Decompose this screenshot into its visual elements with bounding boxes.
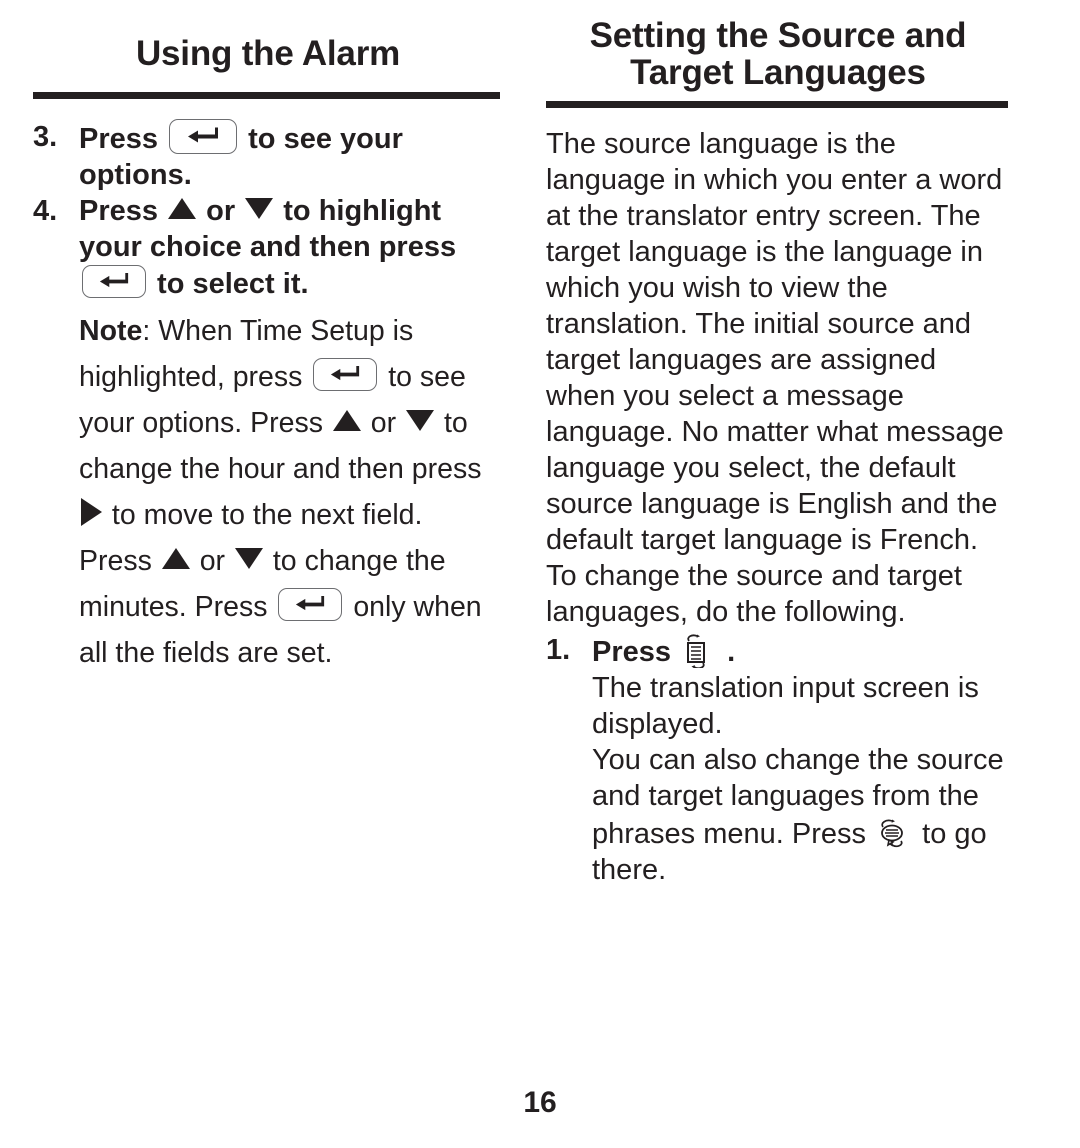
left-column-heading: Using the Alarm — [135, 34, 401, 73]
step-4: 4. Press or to highlight your choice and … — [33, 193, 503, 302]
page-number: 16 — [523, 1086, 557, 1119]
source-target-intro-paragraph: The source language is the language in w… — [546, 127, 1004, 628]
right-heading-divider — [546, 100, 1008, 108]
phrases-icon — [877, 814, 911, 850]
manual-page: Using the Alarm 3. Press to see your opti… — [0, 0, 1080, 1148]
up-arrow-icon — [332, 409, 361, 431]
step-4-number: 4. — [33, 194, 58, 227]
step-3-text-1: Press — [79, 122, 167, 155]
right-heading-line-1: Setting the Source and — [589, 16, 967, 55]
translate-icon — [682, 632, 716, 669]
note-label: Note — [79, 314, 143, 347]
enter-key-icon — [169, 118, 238, 154]
right-column-body: The source language is the language in w… — [546, 126, 1010, 888]
down-arrow-icon — [234, 547, 263, 569]
step-4-text-1: Press — [79, 194, 167, 227]
right-column: Setting the Source and Target Languages … — [546, 0, 1010, 1148]
step-4-text-2: or — [198, 194, 244, 227]
phrases-menu-paragraph: You can also change the source and targe… — [546, 742, 1010, 888]
step-1-result-paragraph: The translation input screen is displaye… — [592, 671, 979, 740]
step-3-number: 3. — [33, 120, 58, 153]
alarm-note: Note: When Time Setup is highlighted, pr… — [33, 308, 503, 676]
up-arrow-icon — [168, 197, 197, 219]
down-arrow-icon — [245, 197, 274, 219]
right-heading-line-2: Target Languages — [630, 52, 926, 92]
note-text-6: or — [191, 544, 233, 577]
step-4-text-4: to select it. — [149, 267, 309, 300]
down-arrow-icon — [406, 409, 435, 431]
step-1-text-before: Press — [592, 635, 680, 668]
left-column-body: 3. Press to see your options. 4. Press or … — [33, 118, 503, 676]
enter-key-icon — [278, 587, 343, 621]
step-1-text-after: . — [719, 635, 736, 668]
step-3: 3. Press to see your options. — [33, 118, 503, 193]
step-1: 1. Press . — [546, 632, 1010, 670]
note-colon: : — [142, 314, 159, 347]
up-arrow-icon — [161, 547, 190, 569]
enter-key-icon — [313, 357, 378, 391]
left-column: Using the Alarm 3. Press to see your opti… — [33, 0, 503, 1148]
note-text-3: or — [362, 406, 405, 439]
right-column-heading: Setting the Source and Target Languages — [546, 0, 1010, 92]
left-heading-divider — [33, 91, 500, 99]
step-1-number: 1. — [546, 633, 571, 666]
enter-key-icon — [82, 264, 146, 298]
right-arrow-icon — [81, 497, 102, 526]
